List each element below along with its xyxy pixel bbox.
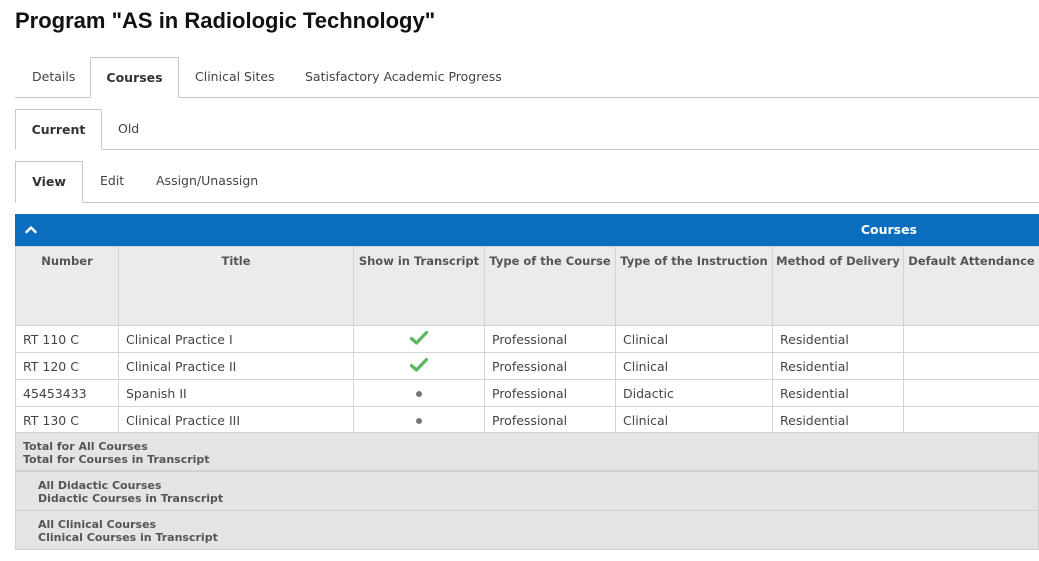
summary-label: All Didactic Courses bbox=[38, 479, 162, 492]
cell-delivery-method: Residential bbox=[772, 406, 904, 434]
table-row[interactable]: RT 120 C Clinical Practice II Professional… bbox=[15, 352, 1039, 380]
cell-default-attendance bbox=[903, 352, 1039, 380]
cell-number: RT 130 C bbox=[15, 406, 119, 434]
cell-number: RT 110 C bbox=[15, 325, 119, 353]
cell-show-in-transcript bbox=[353, 325, 485, 353]
tab-assign-unassign[interactable]: Assign/Unassign bbox=[140, 161, 274, 201]
courses-table: Number Title Show in Transcript Type of … bbox=[15, 246, 1039, 434]
table-header-row: Number Title Show in Transcript Type of … bbox=[15, 246, 1039, 326]
summary-label: Total for Courses in Transcript bbox=[23, 453, 210, 466]
dot-icon bbox=[416, 391, 422, 397]
cell-instruction-type: Didactic bbox=[615, 379, 773, 407]
cell-default-attendance bbox=[903, 406, 1039, 434]
cell-show-in-transcript bbox=[353, 406, 485, 434]
courses-grid-header: Courses bbox=[15, 214, 1039, 246]
cell-course-type: Professional bbox=[484, 406, 616, 434]
table-row[interactable]: RT 130 C Clinical Practice III Professiona… bbox=[15, 406, 1039, 434]
column-header-number[interactable]: Number bbox=[15, 246, 119, 326]
check-icon bbox=[409, 357, 429, 375]
main-tab-bar: Details Courses Clinical Sites Satisfact… bbox=[15, 57, 1039, 98]
cell-course-type: Professional bbox=[484, 352, 616, 380]
cell-title: Clinical Practice I bbox=[118, 325, 354, 353]
cell-show-in-transcript bbox=[353, 379, 485, 407]
cell-number: RT 120 C bbox=[15, 352, 119, 380]
cell-instruction-type: Clinical bbox=[615, 325, 773, 353]
column-header-default-attendance[interactable]: Default Attendance bbox=[903, 246, 1039, 326]
cell-instruction-type: Clinical bbox=[615, 406, 773, 434]
summary-total: Total for All Courses Total for Courses … bbox=[15, 432, 1039, 471]
cell-title: Spanish II bbox=[118, 379, 354, 407]
courses-grid-title: Courses bbox=[860, 222, 917, 237]
table-row[interactable]: RT 110 C Clinical Practice I Professional C… bbox=[15, 325, 1039, 353]
page-title: Program "AS in Radiologic Technology" bbox=[15, 8, 436, 33]
summary-label: All Clinical Courses bbox=[38, 518, 157, 531]
tab-current[interactable]: Current bbox=[15, 109, 102, 150]
mode-tab-bar: View Edit Assign/Unassign bbox=[15, 161, 1039, 203]
cell-delivery-method: Residential bbox=[772, 379, 904, 407]
cell-show-in-transcript bbox=[353, 352, 485, 380]
check-icon bbox=[409, 330, 429, 348]
summary-clinical: All Clinical Courses Clinical Courses in… bbox=[15, 510, 1039, 550]
tab-courses[interactable]: Courses bbox=[90, 57, 179, 98]
table-row[interactable]: 45453433 Spanish II Professional Didactic Re… bbox=[15, 379, 1039, 407]
summary-label: Didactic Courses in Transcript bbox=[38, 492, 224, 505]
tab-edit[interactable]: Edit bbox=[84, 161, 140, 201]
cell-delivery-method: Residential bbox=[772, 352, 904, 380]
period-tab-bar: Current Old bbox=[15, 109, 1039, 150]
cell-title: Clinical Practice II bbox=[118, 352, 354, 380]
column-header-type-of-instruction[interactable]: Type of the Instruction bbox=[615, 246, 773, 326]
chevron-up-icon[interactable] bbox=[23, 222, 39, 238]
cell-instruction-type: Clinical bbox=[615, 352, 773, 380]
cell-default-attendance bbox=[903, 325, 1039, 353]
summary-label: Total for All Courses bbox=[23, 440, 148, 453]
summary-label: Clinical Courses in Transcript bbox=[38, 531, 218, 544]
tab-clinical-sites[interactable]: Clinical Sites bbox=[179, 57, 291, 96]
dot-icon bbox=[416, 418, 422, 424]
column-header-show-in-transcript[interactable]: Show in Transcript bbox=[353, 246, 485, 326]
column-header-type-of-course[interactable]: Type of the Course bbox=[484, 246, 616, 326]
cell-default-attendance bbox=[903, 379, 1039, 407]
cell-delivery-method: Residential bbox=[772, 325, 904, 353]
cell-title: Clinical Practice III bbox=[118, 406, 354, 434]
column-header-method-of-delivery[interactable]: Method of Delivery bbox=[772, 246, 904, 326]
tab-details[interactable]: Details bbox=[16, 57, 91, 96]
cell-number: 45453433 bbox=[15, 379, 119, 407]
column-header-title[interactable]: Title bbox=[118, 246, 354, 326]
tab-view[interactable]: View bbox=[15, 161, 83, 203]
tab-old[interactable]: Old bbox=[102, 109, 155, 148]
cell-course-type: Professional bbox=[484, 379, 616, 407]
summary-didactic: All Didactic Courses Didactic Courses in… bbox=[15, 471, 1039, 511]
cell-course-type: Professional bbox=[484, 325, 616, 353]
tab-satisfactory-academic-progress[interactable]: Satisfactory Academic Progress bbox=[289, 57, 518, 96]
